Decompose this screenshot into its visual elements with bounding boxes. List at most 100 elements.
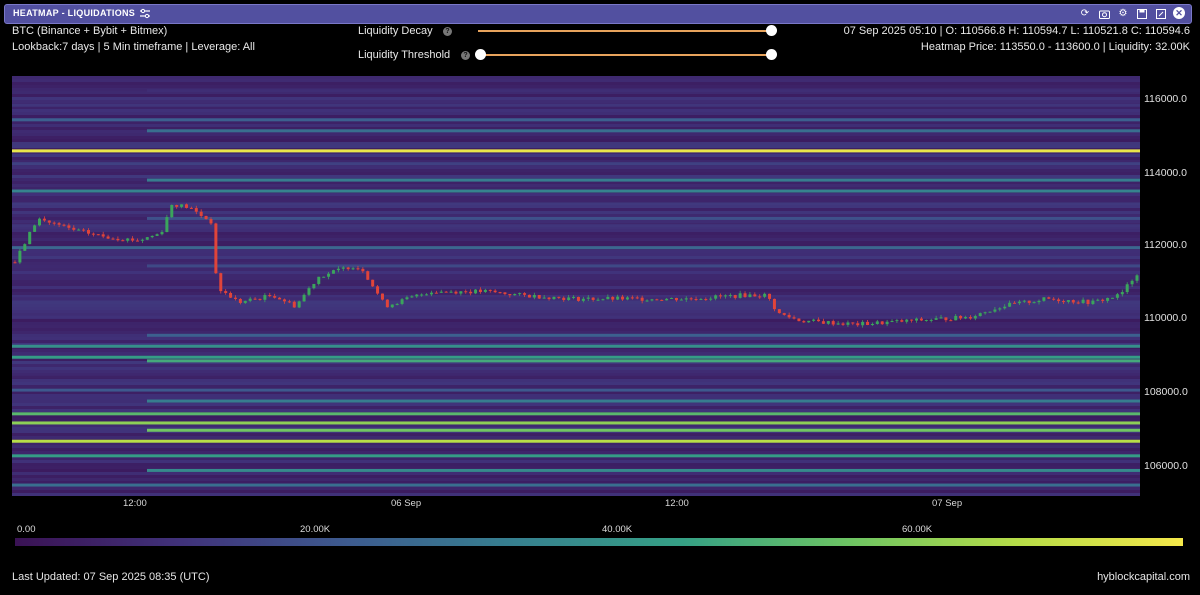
heatmap-row [12,364,1140,367]
liquidity-band [12,103,1140,107]
candle-body [866,321,870,326]
liquidity-threshold-slider[interactable] [481,54,771,56]
heatmap-row [12,478,1140,481]
heatmap-row [12,487,1140,490]
candle-body [606,296,610,300]
colorbar-label: 0.00 [17,524,36,535]
candle-body [449,291,453,293]
heatmap-row [12,271,1140,274]
candle-body [684,298,688,300]
liquidity-band [147,129,1140,133]
filter-icon[interactable] [139,7,151,25]
heatmap-row [12,286,1140,289]
heatmap-row [12,259,1140,262]
candle-body [885,321,889,325]
candle-body [591,297,595,300]
candle-body [900,320,904,322]
expand-icon[interactable] [1154,7,1168,21]
heatmap-row [12,154,1140,157]
candle-body [586,297,590,299]
candle-body [787,314,791,318]
candle-body [444,291,448,293]
candle-body [493,290,497,293]
candle-body [895,320,899,322]
heatmap-row [12,409,1140,412]
candle-body [322,276,326,278]
candle-body [229,292,233,298]
candle-body [1101,299,1105,301]
candle-body [851,322,855,324]
candle-body [366,271,370,280]
candle-body [998,308,1002,310]
site-link[interactable]: hyblockcapital.com [1097,571,1190,583]
heatmap-row [12,115,1140,118]
candle-body [782,313,786,315]
candle-body [792,317,796,319]
ohlc-info: 07 Sep 2025 05:10 | O: 110566.8 H: 11059… [843,25,1190,37]
gear-icon[interactable]: ⚙ [1116,7,1130,21]
heatmap-row [12,385,1140,388]
liquidity-decay-thumb[interactable] [766,25,777,36]
candle-body [802,321,806,323]
liquidity-decay-slider[interactable] [478,30,771,32]
candle-body [165,217,169,233]
candle-body [258,298,262,300]
refresh-icon[interactable]: ⟳ [1078,7,1092,21]
candle-body [611,296,615,300]
candle-body [238,298,242,303]
heatmap-svg [12,76,1140,496]
candle-body [670,297,674,299]
candle-body [714,295,718,299]
candle-body [567,297,571,301]
candle-body [317,276,321,284]
candle-body [841,323,845,325]
candle-body [880,321,884,325]
candle-body [964,317,968,319]
liquidity-threshold-min-thumb[interactable] [475,49,486,60]
candle-body [194,208,198,212]
heatmap-row [12,136,1140,139]
candle-body [954,315,958,321]
candle-body [915,318,919,321]
save-icon[interactable] [1135,7,1149,21]
candle-body [150,235,154,238]
candle-body [919,318,923,321]
candle-body [1111,297,1115,299]
candle-body [959,315,963,319]
candle-body [1091,300,1095,304]
heatmap-price-info: Heatmap Price: 113550.0 - 113600.0 | Liq… [920,41,1190,53]
candle-body [175,205,179,207]
candle-body [532,294,536,298]
last-updated: Last Updated: 07 Sep 2025 08:35 (UTC) [12,571,210,583]
candle-body [121,240,125,242]
liquidity-band [12,388,1140,392]
liquidity-threshold-max-thumb[interactable] [766,49,777,60]
camera-icon[interactable] [1097,7,1111,21]
heatmap-row [12,274,1140,277]
candle-body [846,322,850,325]
decay-help-icon[interactable]: ? [443,27,452,36]
threshold-help-icon[interactable]: ? [461,51,470,60]
candle-body [527,294,531,298]
heatmap-plot[interactable] [12,76,1140,496]
x-tick-label: 12:00 [665,498,689,509]
candle-body [106,236,110,239]
heatmap-row [12,85,1140,88]
liquidity-band [12,224,1140,228]
candle-body [562,297,566,301]
candle-body [1106,297,1110,301]
lookback-info: Lookback:7 days | 5 Min timeframe | Leve… [12,41,255,53]
heatmap-row [12,241,1140,244]
candle-body [214,223,218,274]
heatmap-row [12,403,1140,406]
candle-body [459,291,463,294]
heatmap-row [12,277,1140,280]
heatmap-row [12,139,1140,142]
candle-body [1062,301,1066,303]
close-icon[interactable]: ✕ [1173,7,1185,19]
candle-body [331,270,335,274]
heatmap-row [12,349,1140,352]
candle-body [351,268,355,270]
heatmap-row [12,382,1140,385]
candle-body [1022,300,1026,302]
